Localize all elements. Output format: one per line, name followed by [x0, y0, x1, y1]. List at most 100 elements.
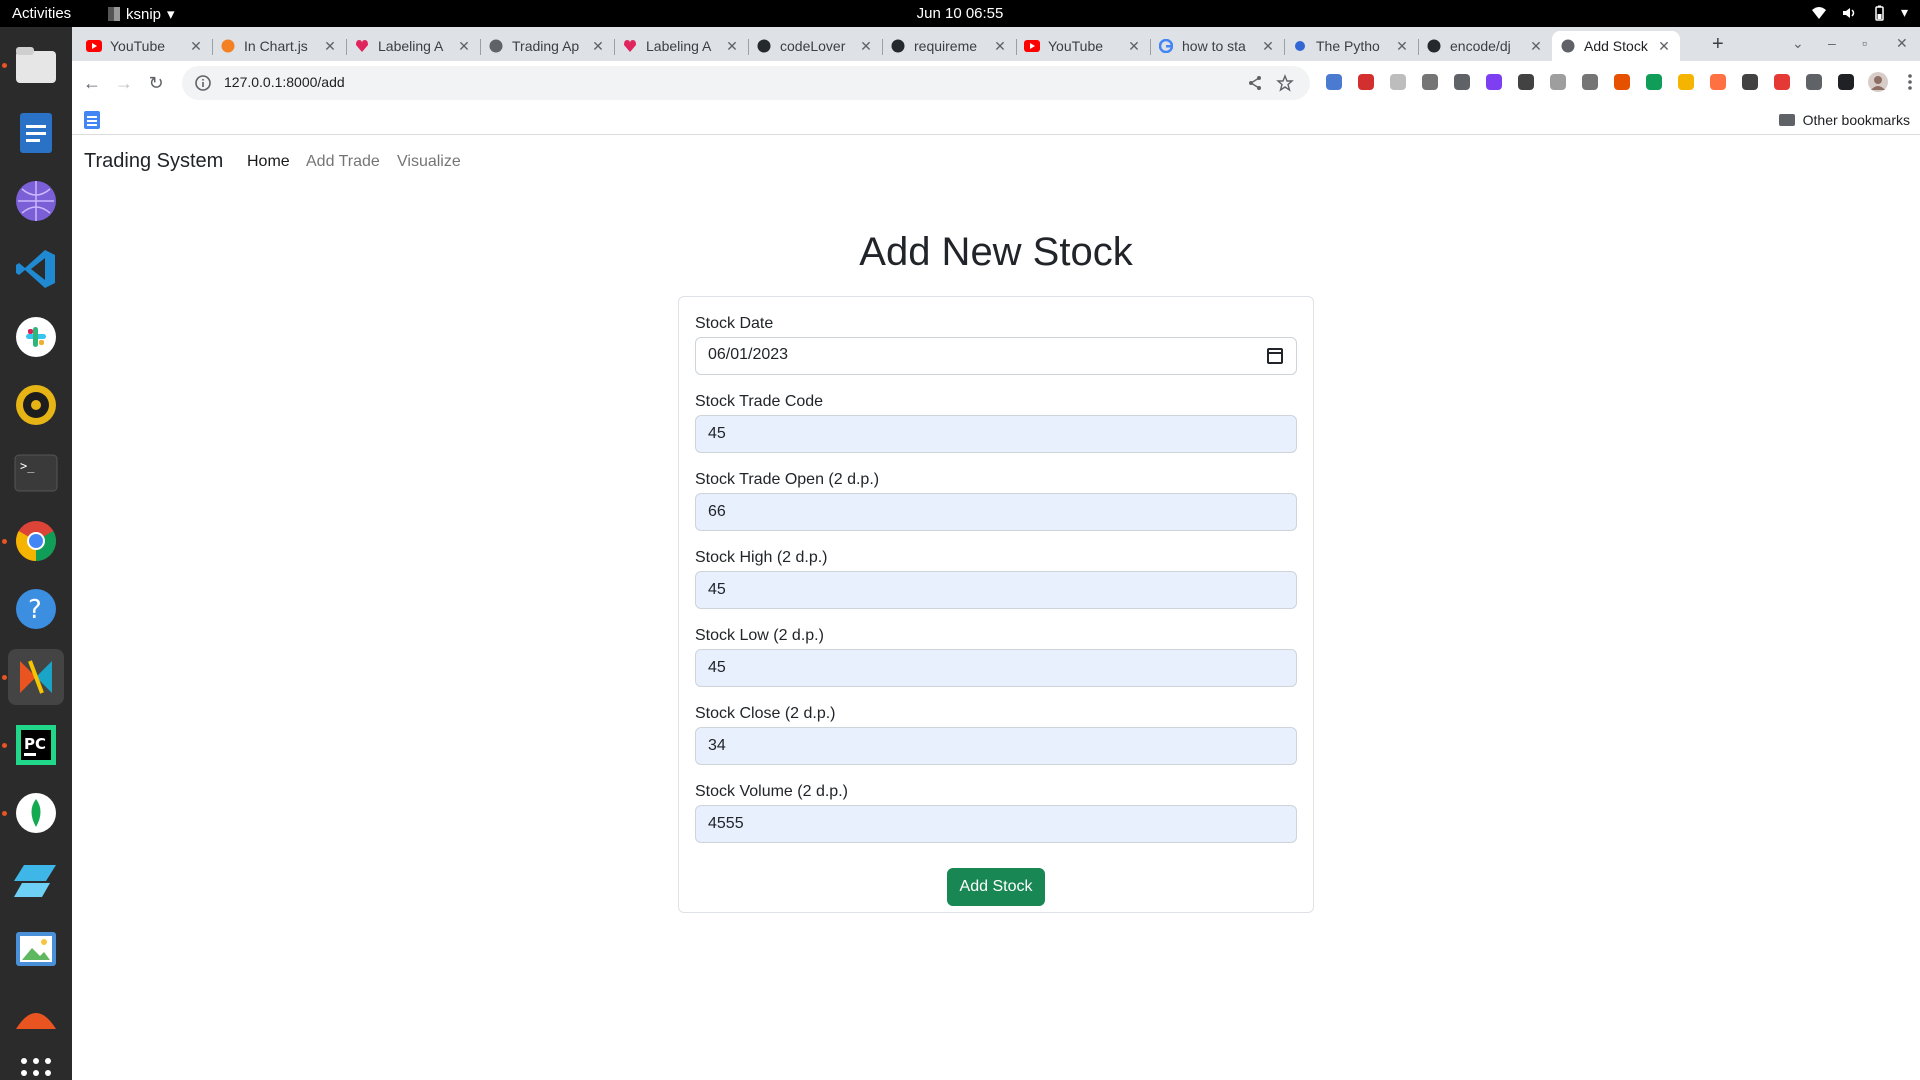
other-bookmarks-folder[interactable]: Other bookmarks	[1778, 112, 1910, 128]
tab-title: how to sta	[1182, 38, 1246, 54]
green-download-extension-icon[interactable]	[1644, 72, 1664, 92]
calendar-icon[interactable]	[1267, 348, 1283, 364]
address-bar[interactable]: 127.0.0.1:8000/add	[182, 66, 1310, 100]
kebab-menu-icon[interactable]	[1900, 72, 1920, 92]
dock-vscode[interactable]	[8, 241, 64, 297]
close-window-button[interactable]: ✕	[1896, 35, 1908, 52]
site-info-icon[interactable]	[194, 74, 212, 92]
forward-arrow-icon[interactable]: →	[112, 71, 136, 95]
browser-tab[interactable]: The Pytho ✕	[1284, 31, 1418, 61]
stock-trade-code-input[interactable]	[695, 415, 1297, 453]
dock-mongodb[interactable]	[8, 785, 64, 841]
dock-slack[interactable]	[8, 309, 64, 365]
system-tray[interactable]: ▾	[1811, 4, 1908, 21]
tab-close-icon[interactable]: ✕	[590, 38, 606, 55]
bookmark-star-icon[interactable]	[1276, 74, 1294, 92]
show-applications-button[interactable]	[8, 1045, 64, 1080]
sidepanel-icon[interactable]	[1836, 72, 1856, 92]
tab-close-icon[interactable]: ✕	[1126, 38, 1142, 55]
tab-close-icon[interactable]: ✕	[456, 38, 472, 55]
code-extension-icon[interactable]	[1580, 72, 1600, 92]
tab-close-icon[interactable]: ✕	[992, 38, 1008, 55]
translate-extension-icon[interactable]	[1324, 72, 1344, 92]
stock-low-input[interactable]	[695, 649, 1297, 687]
tab-close-icon[interactable]: ✕	[188, 38, 204, 55]
browser-tab[interactable]: Add Stock ✕	[1552, 31, 1680, 61]
files-folder-icon	[16, 47, 56, 83]
browser-tab[interactable]: Labeling A ✕	[614, 31, 748, 61]
vscode-icon	[16, 250, 55, 288]
stock-volume-input[interactable]	[695, 805, 1297, 843]
app-menu[interactable]: ksnip ▾	[108, 5, 175, 23]
stock-high-input[interactable]	[695, 571, 1297, 609]
activities-button[interactable]: Activities	[12, 5, 71, 22]
tab-search-chevron-icon[interactable]: ⌄	[1792, 35, 1804, 52]
tab-close-icon[interactable]: ✕	[1394, 38, 1410, 55]
pycharm-icon: PC	[16, 725, 56, 765]
camera-extension-icon[interactable]	[1548, 72, 1568, 92]
browser-tab[interactable]: Trading Ap ✕	[480, 31, 614, 61]
reload-icon[interactable]: ↻	[144, 71, 168, 95]
tab-close-icon[interactable]: ✕	[322, 38, 338, 55]
clock[interactable]: Jun 10 06:55	[0, 5, 1920, 22]
tab-close-icon[interactable]: ✕	[724, 38, 740, 55]
navbar-brand[interactable]: Trading System	[84, 150, 223, 173]
color-wheel-extension-icon[interactable]	[1612, 72, 1632, 92]
dock-ubuntu-app[interactable]	[8, 989, 64, 1045]
nav-link-add-trade[interactable]: Add Trade	[306, 153, 380, 171]
back-arrow-icon[interactable]: ←	[80, 71, 104, 95]
circle-extension-icon[interactable]	[1484, 72, 1504, 92]
dock-ksnip[interactable]	[8, 649, 64, 705]
dock-rhythmbox[interactable]	[8, 377, 64, 433]
browser-toolbar: ← → ↻ 127.0.0.1:8000/add	[72, 61, 1920, 105]
browser-tab[interactable]: Labeling A ✕	[346, 31, 480, 61]
stock-date-value[interactable]: 06/01/2023	[708, 346, 788, 364]
megaphone-extension-icon[interactable]	[1772, 72, 1792, 92]
formula-extension-icon[interactable]	[1516, 72, 1536, 92]
tab-close-icon[interactable]: ✕	[1528, 38, 1544, 55]
mongodb-leaf-icon	[16, 793, 56, 833]
tab-close-icon[interactable]: ✕	[1656, 38, 1672, 55]
share-icon[interactable]	[1246, 74, 1264, 92]
browser-tab[interactable]: requireme ✕	[882, 31, 1016, 61]
terminal-icon: >_	[14, 454, 58, 492]
browser-tab[interactable]: In Chart.js ✕	[212, 31, 346, 61]
pdf-extension-icon[interactable]	[1356, 72, 1376, 92]
orange-extension-icon[interactable]	[1708, 72, 1728, 92]
dock-editor[interactable]	[8, 853, 64, 909]
dock-chrome[interactable]	[8, 513, 64, 569]
minimize-button[interactable]: –	[1828, 35, 1836, 51]
dock-terminal[interactable]: >_	[8, 445, 64, 501]
url-text[interactable]: 127.0.0.1:8000/add	[224, 74, 345, 90]
add-stock-button[interactable]: Add Stock	[947, 868, 1045, 906]
download-extension-icon[interactable]	[1452, 72, 1472, 92]
reader-extension-icon[interactable]	[1388, 72, 1408, 92]
browser-tab[interactable]: how to sta ✕	[1150, 31, 1284, 61]
timer-extension-icon[interactable]	[1740, 72, 1760, 92]
puzzle-extensions-icon[interactable]	[1804, 72, 1824, 92]
dock-pycharm[interactable]: PC	[8, 717, 64, 773]
stock-close-input[interactable]	[695, 727, 1297, 765]
eyedropper-extension-icon[interactable]	[1420, 72, 1440, 92]
google-docs-bookmark-icon[interactable]	[84, 111, 100, 129]
stock-trade-open-input[interactable]	[695, 493, 1297, 531]
tab-close-icon[interactable]: ✕	[1260, 38, 1276, 55]
browser-tab[interactable]: YouTube ✕	[1016, 31, 1150, 61]
maximize-button[interactable]: ▫	[1862, 35, 1867, 51]
dock-writer[interactable]	[8, 105, 64, 161]
browser-tab[interactable]: codeLover ✕	[748, 31, 882, 61]
profile-avatar-icon[interactable]	[1868, 72, 1888, 92]
globe-icon	[488, 38, 504, 54]
dock-image-viewer[interactable]	[8, 921, 64, 977]
dock-globe-app[interactable]	[8, 173, 64, 229]
nav-link-home[interactable]: Home	[247, 153, 290, 171]
yellow-extension-icon[interactable]	[1676, 72, 1696, 92]
dock-files[interactable]	[8, 37, 64, 93]
tab-close-icon[interactable]: ✕	[858, 38, 874, 55]
browser-tab[interactable]: YouTube ✕	[78, 31, 212, 61]
nav-link-visualize[interactable]: Visualize	[397, 153, 461, 171]
new-tab-button[interactable]: +	[1712, 33, 1724, 56]
browser-tab[interactable]: encode/dj ✕	[1418, 31, 1552, 61]
dock-help[interactable]: ?	[8, 581, 64, 637]
tab-title: The Pytho	[1316, 38, 1380, 54]
